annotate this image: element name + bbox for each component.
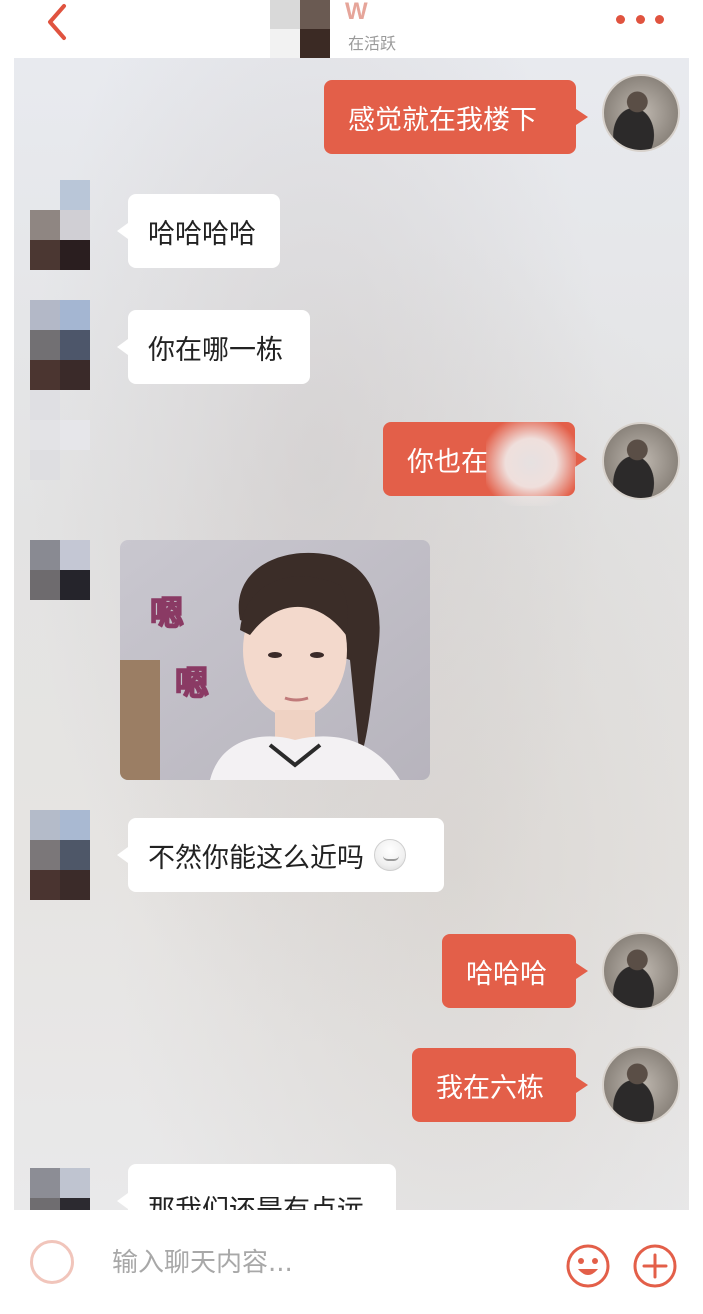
my-avatar[interactable] [602, 932, 680, 1010]
my-avatar[interactable] [602, 1046, 680, 1124]
contact-status: 在活跃 [348, 34, 397, 53]
contact-avatar-pixelated[interactable] [30, 810, 90, 900]
outgoing-message[interactable]: 我在六栋 [412, 1048, 588, 1122]
outgoing-message[interactable]: 哈哈哈 [442, 934, 588, 1008]
message-text: 我在六栋 [436, 1072, 544, 1104]
message-input-bar [0, 1210, 703, 1314]
my-avatar[interactable] [602, 422, 680, 500]
contact-name: W [345, 0, 368, 25]
message-text: 不然你能这么近吗 [148, 842, 364, 874]
incoming-message[interactable]: 哈哈哈哈 [117, 194, 280, 268]
contact-avatar-pixelated[interactable] [30, 180, 90, 270]
incoming-message[interactable]: 那我们还是有点远 [117, 1164, 396, 1211]
contact-avatar-pixelated[interactable] [30, 1168, 90, 1210]
message-text: 你在哪一栋 [148, 334, 283, 366]
girl-sticker-image: 嗯 嗯 [120, 540, 430, 780]
sticker-text: 嗯 [150, 594, 184, 634]
chat-header: W 在活跃 [0, 0, 703, 58]
incoming-message[interactable]: 你在哪一栋 [117, 310, 310, 384]
sticker-text: 嗯 [175, 664, 209, 704]
more-dot-icon [635, 14, 645, 24]
smiley-icon [566, 1244, 610, 1288]
outgoing-message[interactable]: 感觉就在我楼下 [324, 80, 588, 154]
emoji-button[interactable] [565, 1243, 611, 1289]
sticker-message[interactable]: 嗯 嗯 [120, 540, 430, 780]
more-actions-button[interactable] [632, 1243, 678, 1289]
plus-circle-icon [633, 1244, 677, 1288]
message-text: 哈哈哈 [466, 958, 547, 990]
voice-button[interactable] [30, 1240, 74, 1284]
incoming-message[interactable]: 不然你能这么近吗 [117, 818, 444, 892]
back-button[interactable] [38, 2, 78, 42]
message-text: 哈哈哈哈 [148, 218, 256, 250]
contact-avatar-pixelated[interactable] [30, 540, 90, 600]
message-text: 感觉就在我楼下 [348, 104, 537, 136]
message-text: 那我们还是有点远 [148, 1194, 364, 1211]
more-options-button[interactable] [616, 8, 664, 30]
more-dot-icon [655, 14, 664, 24]
redaction-blur [486, 420, 576, 506]
message-text: 你也在 [407, 446, 488, 478]
chat-message-list[interactable]: 感觉就在我楼下 哈哈哈哈 你在哪一栋 你也在 嗯 嗯 不然你能这么近吗 哈哈哈 … [14, 58, 689, 1210]
my-avatar[interactable] [602, 74, 680, 152]
emoji-speechless-icon [374, 839, 406, 871]
chevron-left-icon [48, 4, 66, 40]
contact-avatar-pixelated[interactable] [270, 0, 330, 58]
message-input[interactable] [112, 1238, 532, 1288]
contact-avatar-pixelated[interactable] [30, 300, 90, 480]
more-dot-icon [616, 14, 625, 24]
